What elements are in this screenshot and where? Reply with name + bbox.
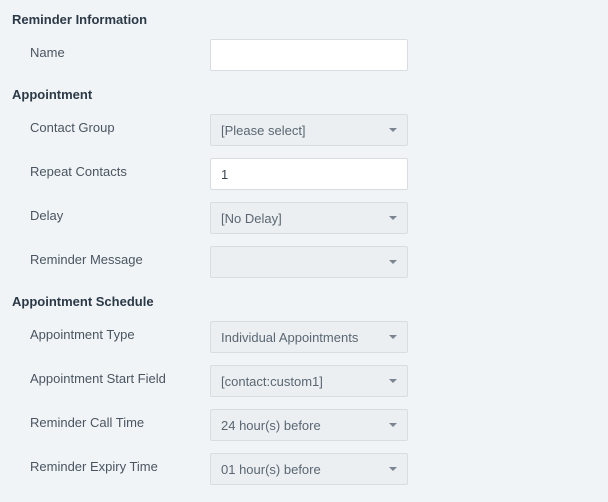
contact-group-select[interactable]: [Please select] xyxy=(210,114,408,146)
name-input[interactable] xyxy=(210,39,408,71)
row-delay: Delay [No Delay] xyxy=(0,196,608,240)
label-contact-group: Contact Group xyxy=(30,114,210,135)
row-appointment-start-field: Appointment Start Field [contact:custom1… xyxy=(0,359,608,403)
row-name: Name xyxy=(0,33,608,77)
chevron-down-icon xyxy=(389,335,397,339)
reminder-message-select[interactable] xyxy=(210,246,408,278)
label-reminder-call-time: Reminder Call Time xyxy=(30,409,210,430)
row-reminder-expiry-time: Reminder Expiry Time 01 hour(s) before xyxy=(0,447,608,491)
repeat-contacts-input[interactable] xyxy=(210,158,408,190)
label-name: Name xyxy=(30,39,210,60)
reminder-call-time-selected: 24 hour(s) before xyxy=(221,418,321,433)
row-appointment-type: Appointment Type Individual Appointments xyxy=(0,315,608,359)
appointment-start-field-selected: [contact:custom1] xyxy=(221,374,323,389)
row-reminder-call-time: Reminder Call Time 24 hour(s) before xyxy=(0,403,608,447)
row-repeat-contacts: Repeat Contacts xyxy=(0,152,608,196)
section-header-reminder-information: Reminder Information xyxy=(0,12,608,33)
section-header-appointment-schedule: Appointment Schedule xyxy=(0,294,608,315)
contact-group-selected: [Please select] xyxy=(221,123,306,138)
label-appointment-start-field: Appointment Start Field xyxy=(30,365,210,386)
reminder-expiry-time-selected: 01 hour(s) before xyxy=(221,462,321,477)
appointment-type-selected: Individual Appointments xyxy=(221,330,358,345)
label-appointment-type: Appointment Type xyxy=(30,321,210,342)
section-header-appointment: Appointment xyxy=(0,87,608,108)
row-reminder-message: Reminder Message xyxy=(0,240,608,284)
label-repeat-contacts: Repeat Contacts xyxy=(30,158,210,179)
chevron-down-icon xyxy=(389,379,397,383)
chevron-down-icon xyxy=(389,128,397,132)
row-contact-group: Contact Group [Please select] xyxy=(0,108,608,152)
chevron-down-icon xyxy=(389,216,397,220)
reminder-expiry-time-select[interactable]: 01 hour(s) before xyxy=(210,453,408,485)
chevron-down-icon xyxy=(389,423,397,427)
appointment-type-select[interactable]: Individual Appointments xyxy=(210,321,408,353)
delay-select[interactable]: [No Delay] xyxy=(210,202,408,234)
delay-selected: [No Delay] xyxy=(221,211,282,226)
label-reminder-expiry-time: Reminder Expiry Time xyxy=(30,453,210,474)
label-delay: Delay xyxy=(30,202,210,223)
appointment-start-field-select[interactable]: [contact:custom1] xyxy=(210,365,408,397)
label-reminder-message: Reminder Message xyxy=(30,246,210,267)
chevron-down-icon xyxy=(389,260,397,264)
reminder-call-time-select[interactable]: 24 hour(s) before xyxy=(210,409,408,441)
chevron-down-icon xyxy=(389,467,397,471)
